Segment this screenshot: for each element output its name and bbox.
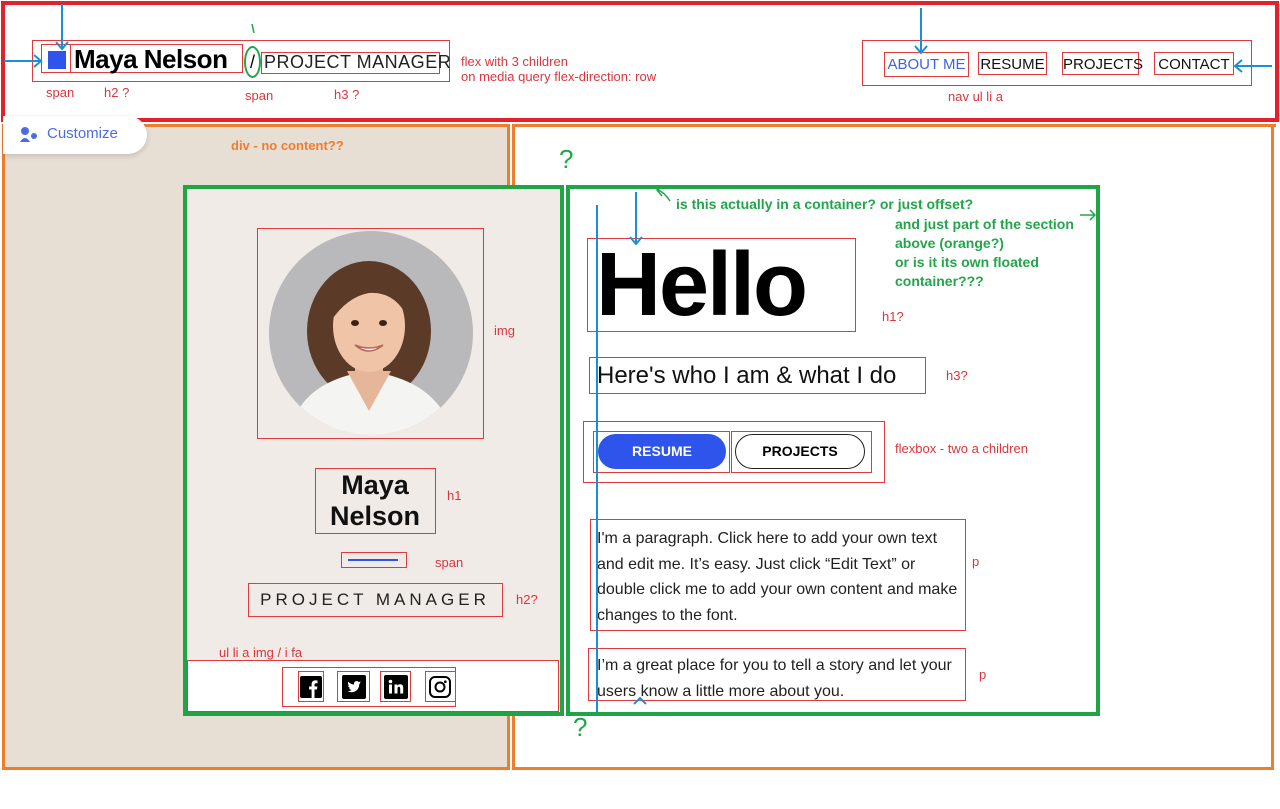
annotation-arrows [4, 4, 1272, 712]
